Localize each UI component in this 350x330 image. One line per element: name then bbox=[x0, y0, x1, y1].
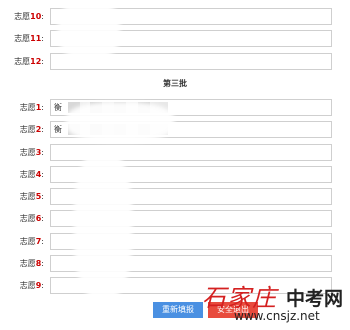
label-prefix: 志愿 bbox=[19, 125, 36, 135]
volunteer-number: 2 bbox=[35, 125, 42, 135]
label-prefix: 志愿 bbox=[19, 147, 36, 157]
volunteer-label: 志愿12: bbox=[14, 56, 44, 66]
volunteer-number: 7 bbox=[35, 236, 42, 246]
volunteer-label: 志愿2: bbox=[19, 125, 44, 135]
volunteer-label: 志愿7: bbox=[19, 236, 44, 246]
volunteer-row-11: 志愿11: bbox=[0, 28, 350, 50]
volunteer-label: 志愿6: bbox=[19, 214, 44, 224]
label-prefix: 志愿 bbox=[19, 192, 36, 202]
input-value: 衡 bbox=[54, 103, 62, 112]
volunteer-row-6: 志愿6: bbox=[0, 208, 350, 230]
volunteer-number: 10 bbox=[30, 12, 42, 21]
redaction-smear bbox=[74, 150, 132, 300]
volunteer-number: 8 bbox=[35, 259, 42, 269]
volunteer-row-7: 志愿7: bbox=[0, 231, 350, 253]
volunteer-number: 9 bbox=[35, 281, 42, 291]
volunteer-label: 志愿3: bbox=[19, 147, 44, 157]
volunteer-row-8: 志愿8: bbox=[0, 253, 350, 275]
watermark-url: www.cnsjz.net bbox=[234, 309, 320, 323]
volunteer-row-5: 志愿5: bbox=[0, 186, 350, 208]
label-prefix: 志愿 bbox=[19, 169, 36, 179]
volunteer-label: 志愿1: bbox=[19, 103, 44, 112]
volunteer-row-12: 志愿12: bbox=[0, 51, 350, 73]
label-prefix: 志愿 bbox=[14, 56, 31, 66]
volunteer-label: 志愿10: bbox=[14, 12, 44, 21]
volunteer-number: 1 bbox=[35, 103, 42, 112]
redaction-smear bbox=[58, 0, 120, 60]
volunteer-number: 4 bbox=[35, 169, 42, 179]
volunteer-row-3: 志愿3: bbox=[0, 142, 350, 164]
volunteer-label: 志愿4: bbox=[19, 169, 44, 179]
volunteer-number: 12 bbox=[30, 56, 42, 66]
section-title: 第三批 bbox=[163, 79, 187, 88]
volunteer-number: 6 bbox=[35, 214, 42, 224]
volunteer-number: 5 bbox=[35, 192, 42, 202]
redaction-smear bbox=[66, 102, 174, 142]
batch-3-rows: 志愿1: 衡 志愿2: 衡 志愿3: 志愿4: 志愿5: 志愿6: 志愿7: 志… bbox=[0, 97, 350, 298]
label-prefix: 志愿 bbox=[19, 281, 36, 291]
volunteer-number: 3 bbox=[35, 147, 42, 157]
volunteer-row-4: 志愿4: bbox=[0, 164, 350, 186]
watermark-logo: 石家庄 bbox=[202, 284, 277, 312]
label-prefix: 志愿 bbox=[14, 34, 31, 44]
label-prefix: 志愿 bbox=[19, 103, 36, 112]
reset-button[interactable]: 重新填报 bbox=[153, 302, 203, 318]
label-prefix: 志愿 bbox=[19, 214, 36, 224]
volunteer-row-10: 志愿10: bbox=[0, 6, 350, 28]
volunteer-number: 11 bbox=[30, 34, 42, 44]
batch-2-rows: 志愿10: 志愿11: 志愿12: bbox=[0, 6, 350, 73]
volunteer-row-2: 志愿2: 衡 bbox=[0, 119, 350, 141]
volunteer-label: 志愿5: bbox=[19, 192, 44, 202]
volunteer-row-1: 志愿1: 衡 bbox=[0, 97, 350, 119]
label-prefix: 志愿 bbox=[14, 12, 31, 21]
volunteer-label: 志愿8: bbox=[19, 259, 44, 269]
watermark-site-name: 中考网 bbox=[286, 288, 344, 310]
volunteer-label: 志愿11: bbox=[14, 34, 44, 44]
volunteer-label: 志愿9: bbox=[19, 281, 44, 291]
label-prefix: 志愿 bbox=[19, 236, 36, 246]
label-prefix: 志愿 bbox=[19, 259, 36, 269]
input-value: 衡 bbox=[54, 125, 62, 135]
